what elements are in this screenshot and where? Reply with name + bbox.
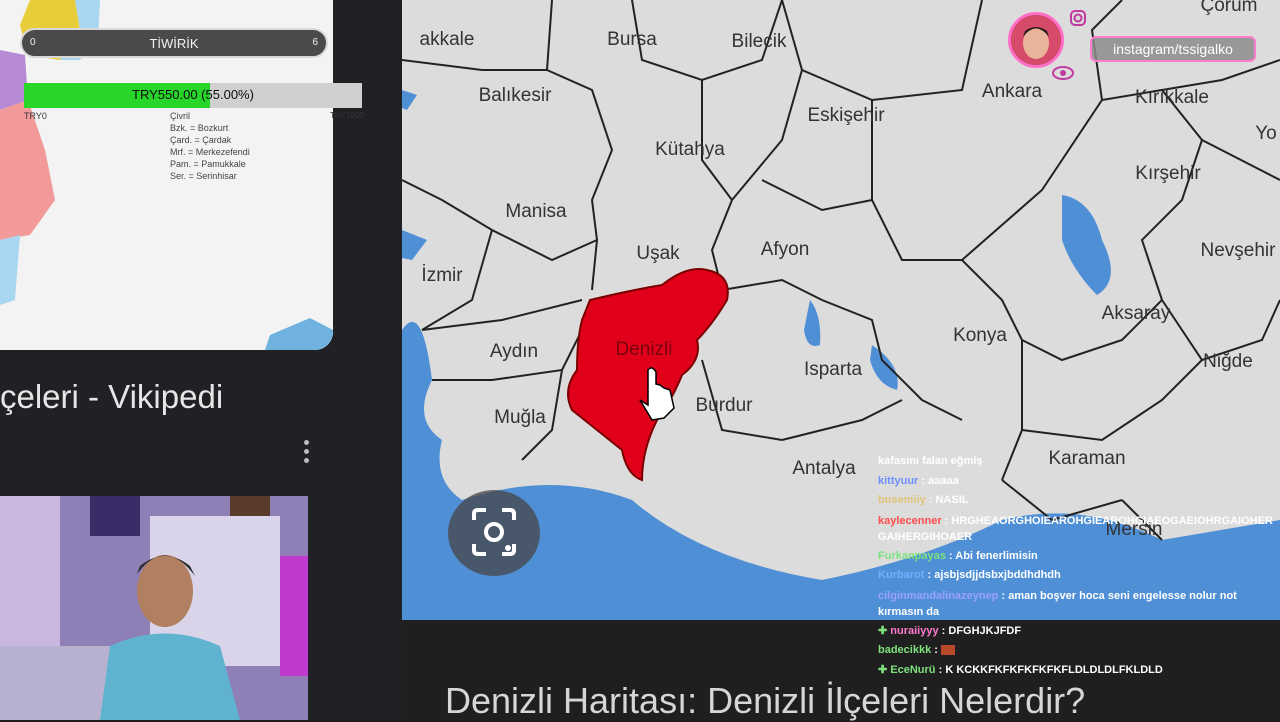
map-label: Konya: [953, 325, 1007, 346]
goal-label: TİWİRİK: [149, 36, 199, 51]
emote-icon: [940, 645, 955, 656]
chat-message: ✚ EceNurü : K KCKKFKFKFKFKFKFLDLDLDLFKLD…: [878, 663, 1163, 676]
map-label: Yo: [1255, 123, 1277, 144]
legend-item: Çivril: [170, 111, 190, 121]
more-options-icon[interactable]: [300, 440, 312, 470]
webcam-feed: [0, 496, 308, 720]
map-label: Afyon: [760, 239, 810, 260]
map-label: akkale: [419, 29, 475, 50]
chat-text: Abi fenerlimisin: [955, 549, 1038, 562]
map-label: Nevşehir: [1200, 240, 1276, 261]
search-result-title[interactable]: çeleri - Vikipedi: [0, 378, 223, 416]
streamer-avatar: [1008, 12, 1064, 68]
avatar-face: [1011, 15, 1061, 65]
map-label: Bilecik: [731, 31, 787, 52]
donation-progress-text: TRY550.00 (55.00%): [132, 87, 254, 102]
donation-min: TRY0: [24, 111, 47, 121]
chat-message: kaylecenner : HRGHEAORGHOIEAROHGIEAROHGI…: [878, 514, 1273, 543]
map-label: Kütahya: [655, 139, 725, 160]
legend-item: Çard. = Çardak: [170, 135, 232, 145]
google-lens-button[interactable]: [448, 490, 540, 576]
map-label: Niğde: [1203, 351, 1253, 372]
chat-message: badecikkk :: [878, 641, 1278, 661]
highlighted-province-label: Denizli: [615, 339, 673, 360]
chat-username: Kurbarot: [878, 569, 925, 581]
result-caption[interactable]: Denizli Haritası: Denizli İlçeleri Neler…: [445, 680, 1085, 722]
map-label: Kırşehir: [1135, 163, 1201, 184]
map-label: Aydın: [489, 341, 539, 362]
chat-username: Furkanpayas: [878, 549, 946, 562]
goal-max: 6: [312, 37, 318, 48]
badge-icon: ✚: [878, 624, 888, 637]
legend-item: Mrf. = Merkezefendi: [170, 147, 250, 157]
legend-item: Ser. = Serinhisar: [170, 171, 237, 181]
map-label: Balıkesir: [478, 85, 552, 106]
map-label: Uşak: [636, 243, 680, 264]
chat-message: ✚ nuraiiyyy : DFGHJKJFDF: [878, 624, 1022, 637]
chat-username: badecikkk: [878, 644, 932, 656]
chat-username: kaylecenner: [878, 514, 942, 527]
eye-icon: [1052, 66, 1074, 80]
chat-text: DFGHJKJFDF: [948, 624, 1022, 637]
map-label: Bursa: [607, 29, 657, 50]
chat-message: kittyuur : aaaaa: [878, 474, 959, 487]
chat-username: cilginmandalinazeynep: [878, 589, 999, 602]
chat-message: kafasını falan eğmiş: [878, 452, 1278, 472]
subscriber-goal-bar: 0 TİWİRİK 6: [20, 28, 328, 58]
lens-icon: [472, 508, 516, 556]
donation-goal-bar: TRY550.00 (55.00%): [24, 83, 362, 108]
legend-item: Pam. = Pamukkale: [170, 159, 246, 169]
instagram-icon: [1070, 10, 1086, 26]
chat-text: kafasını falan eğmiş: [878, 455, 983, 467]
map-legend: Çivril Bzk. = Bozkurt Çard. = Çardak Mrf…: [170, 110, 250, 182]
map-label: Manisa: [505, 201, 567, 222]
chat-text: K KCKKFKFKFKFKFKFLDLDLDLFKLDLD: [945, 663, 1163, 676]
chat-overlay: kafasını falan eğmiş kittyuur : aaaaa bu…: [878, 452, 1278, 680]
chat-username: busemiiy: [878, 494, 926, 506]
chat-message: cilginmandalinazeynep : aman boşver hoca…: [878, 589, 1237, 618]
chat-text: aaaaa: [928, 474, 959, 487]
chat-message: busemiiy : NASIL: [878, 494, 969, 506]
chat-message: Furkanpayas : Abi fenerlimisin: [878, 549, 1038, 562]
chat-message: Kurbarot : ajsbjsdjjdsbxjbddhdhdh: [878, 569, 1061, 581]
map-label: Isparta: [803, 359, 863, 380]
chat-text: NASIL: [935, 494, 969, 506]
donation-max: TRY1000: [330, 111, 364, 120]
map-label: Muğla: [494, 407, 546, 428]
map-label: Eskişehir: [807, 105, 885, 126]
map-label: İzmir: [421, 265, 463, 286]
legend-item: Bzk. = Bozkurt: [170, 123, 229, 133]
chat-text: ajsbjsdjjdsbxjbddhdhdh: [934, 569, 1061, 581]
map-label: Antalya: [792, 458, 856, 479]
webcam-scene: [0, 496, 308, 720]
map-label: Çorum: [1200, 0, 1258, 16]
map-label: Kırıkkale: [1135, 87, 1209, 108]
map-label: Burdur: [695, 395, 753, 416]
chat-username: EceNurü: [890, 663, 936, 676]
wikipedia-map-card[interactable]: 0 TİWİRİK 6 Çivril Bzk. = Bozkurt Çard. …: [0, 0, 333, 350]
map-label: Aksaray: [1101, 303, 1171, 324]
chat-username: nuraiiyyy: [890, 624, 939, 637]
instagram-handle: instagram/tssigalko: [1090, 36, 1256, 62]
map-label: Ankara: [981, 81, 1043, 102]
badge-icon: ✚: [878, 663, 888, 676]
chat-username: kittyuur: [878, 474, 919, 487]
